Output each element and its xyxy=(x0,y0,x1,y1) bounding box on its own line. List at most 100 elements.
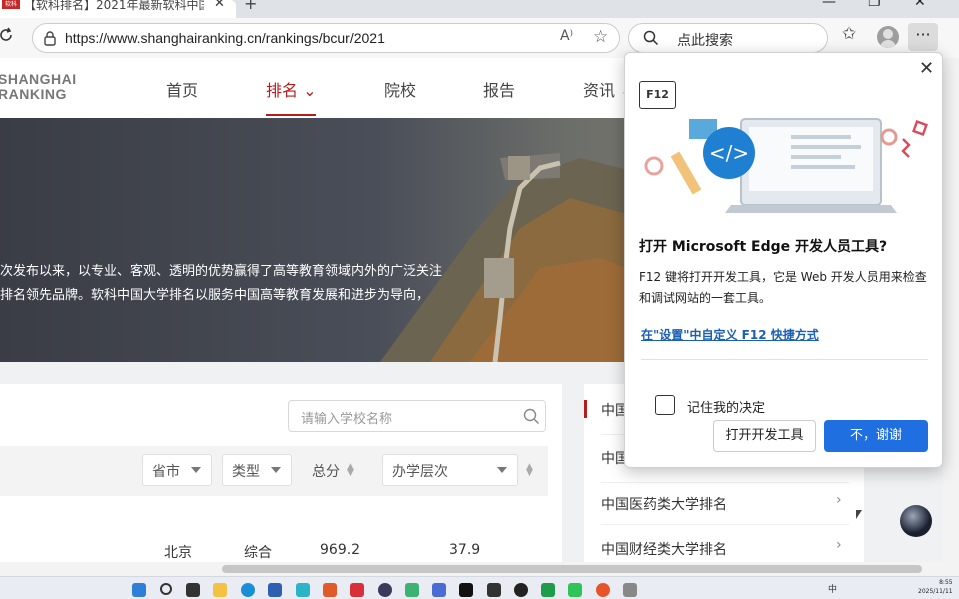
sort-icon[interactable]: ▲ ▼ xyxy=(347,463,354,478)
app-icon[interactable] xyxy=(432,583,446,597)
minimize-button[interactable]: — xyxy=(822,0,836,10)
nav-rankings[interactable]: 排名 ⌄ xyxy=(266,77,317,101)
favorites-icon[interactable]: ✩ xyxy=(842,24,856,44)
nav-reports[interactable]: 报告 xyxy=(483,77,515,101)
clock-date: 2025/11/11 xyxy=(918,588,953,595)
reload-icon[interactable] xyxy=(0,26,15,49)
section-accent-bar xyxy=(584,400,587,418)
window-close-button[interactable]: ✕ xyxy=(914,0,926,10)
province-filter-label: 省市 xyxy=(152,464,180,480)
app-icon[interactable] xyxy=(596,583,610,597)
site-logo[interactable]: SHANGHAI RANKING xyxy=(0,72,77,102)
customize-shortcut-link[interactable]: 在"设置"中自定义 F12 快捷方式 xyxy=(641,326,819,343)
tiktok-icon[interactable] xyxy=(459,583,473,597)
nav-universities[interactable]: 院校 xyxy=(384,77,416,101)
dialog-title: 打开 Microsoft Edge 开发人员工具? xyxy=(639,239,888,255)
tab-favicon: 软科 xyxy=(2,0,20,9)
more-menu-button[interactable]: ··· xyxy=(908,23,938,51)
vertical-scrollbar[interactable] xyxy=(943,58,959,576)
edge-icon[interactable] xyxy=(241,583,255,597)
start-icon[interactable] xyxy=(132,583,146,597)
chevron-down-icon xyxy=(271,467,281,473)
qq-icon[interactable] xyxy=(514,583,528,597)
url-text[interactable]: https://www.shanghairanking.cn/rankings/… xyxy=(65,30,385,46)
browser-search-box[interactable]: 点此搜索 xyxy=(628,23,828,53)
search-icon xyxy=(643,30,659,46)
table-header-filters: 省市 类型 总分 ▲ ▼ 办学层次 ▲ ▼ xyxy=(0,446,548,496)
mouse-cursor-icon xyxy=(856,510,862,519)
logo-line-2: RANKING xyxy=(0,86,67,102)
chevron-right-icon: › xyxy=(836,492,842,508)
address-bar[interactable]: https://www.shanghairanking.cn/rankings/… xyxy=(32,23,620,53)
list-item[interactable]: 中国财经类大学排名 xyxy=(601,539,727,559)
divider xyxy=(601,482,849,483)
row-total-score: 969.2 xyxy=(320,542,361,558)
chevron-down-icon xyxy=(497,467,507,473)
svg-text:</>: </> xyxy=(709,141,749,165)
tab-title: 【软科排名】2021年最新软科中国大学排名 xyxy=(24,0,204,12)
chevron-right-icon: › xyxy=(836,537,842,553)
file-explorer-icon[interactable] xyxy=(213,583,227,597)
total-score-header[interactable]: 总分 xyxy=(312,461,340,481)
lock-icon[interactable] xyxy=(43,30,57,46)
type-filter-label: 类型 xyxy=(232,464,260,480)
school-search-placeholder: 请输入学校名称 xyxy=(301,412,393,427)
ime-indicator[interactable]: 中 xyxy=(828,582,837,595)
app-icon[interactable] xyxy=(623,583,637,597)
app-icon[interactable] xyxy=(323,583,337,597)
read-aloud-icon[interactable]: A⁾ xyxy=(560,28,573,44)
hero-text-line-1: 次发布以来，以专业、客观、透明的优势赢得了高等教育领域内外的广泛关注 xyxy=(0,264,443,279)
remember-decision-label[interactable]: 记住我的决定 xyxy=(687,397,765,416)
school-search-input[interactable]: 请输入学校名称 xyxy=(288,400,546,432)
logo-line-1: SHANGHAI xyxy=(0,71,77,87)
tab-close-icon[interactable]: ✕ xyxy=(214,0,225,11)
app-icon[interactable] xyxy=(541,583,555,597)
scrollbar-thumb[interactable] xyxy=(222,565,922,573)
app-icon[interactable] xyxy=(378,583,392,597)
list-item[interactable]: 中国医药类大学排名 xyxy=(601,494,727,514)
close-icon[interactable]: ✕ xyxy=(919,58,934,79)
divider xyxy=(601,524,849,525)
divider xyxy=(641,359,928,360)
chevron-down-icon xyxy=(191,467,201,473)
wps-icon[interactable] xyxy=(350,583,364,597)
app-icon[interactable] xyxy=(296,583,310,597)
task-view-icon[interactable] xyxy=(186,583,200,597)
remember-decision-checkbox[interactable] xyxy=(655,395,675,415)
search-placeholder: 点此搜索 xyxy=(677,33,733,49)
hero-text-line-2: 排名领先品牌。软科中国大学排名以服务中国高等教育发展和进步为导向， xyxy=(0,288,430,303)
f12-key-icon: F12 xyxy=(639,81,676,109)
devtools-prompt-dialog: ✕ F12 </> 打开 Microsoft Edge 开发人员工具? F12 … xyxy=(624,52,943,468)
app-icon[interactable] xyxy=(405,583,419,597)
no-thanks-button[interactable]: 不，谢谢 xyxy=(824,420,928,452)
profile-avatar[interactable] xyxy=(877,26,899,48)
ranking-table-card: 请输入学校名称 省市 类型 总分 ▲ ▼ 办学层次 ▲ ▼ 北京 综合 969.… xyxy=(0,384,562,576)
nav-home[interactable]: 首页 xyxy=(166,77,198,101)
row-type: 综合 xyxy=(244,545,272,561)
level-filter[interactable]: 办学层次 xyxy=(382,454,518,486)
app-icon[interactable] xyxy=(487,583,501,597)
row-level-score: 37.9 xyxy=(449,542,481,558)
code-icon: </> xyxy=(644,118,928,213)
row-province: 北京 xyxy=(164,545,192,561)
browser-tab-active[interactable]: 软科 【软科排名】2021年最新软科中国大学排名 ✕ xyxy=(0,0,236,18)
wechat-icon[interactable] xyxy=(568,583,582,597)
level-filter-label: 办学层次 xyxy=(392,464,448,480)
system-clock[interactable]: 8:55 2025/11/11 xyxy=(918,578,953,596)
province-filter[interactable]: 省市 xyxy=(142,454,212,486)
add-favorite-icon[interactable]: ☆ xyxy=(593,27,608,47)
horizontal-scrollbar[interactable] xyxy=(0,562,943,576)
sort-icon[interactable]: ▲ ▼ xyxy=(526,463,533,478)
dialog-description: F12 键将打开开发工具，它是 Web 开发人员用来检查和调试网站的一套工具。 xyxy=(639,270,927,305)
tab-strip: 软科 【软科排名】2021年最新软科中国大学排名 ✕ + — ❐ ✕ xyxy=(0,0,959,18)
chat-assistant-icon[interactable] xyxy=(900,505,932,537)
open-devtools-button[interactable]: 打开开发工具 xyxy=(713,420,816,452)
maximize-button[interactable]: ❐ xyxy=(868,0,881,10)
app-icon[interactable] xyxy=(268,583,282,597)
type-filter[interactable]: 类型 xyxy=(222,454,292,486)
search-icon[interactable] xyxy=(523,408,540,425)
clock-time: 8:55 xyxy=(939,579,953,586)
nav-active-indicator xyxy=(266,114,316,116)
search-icon[interactable] xyxy=(160,583,172,595)
new-tab-button[interactable]: + xyxy=(244,0,257,13)
